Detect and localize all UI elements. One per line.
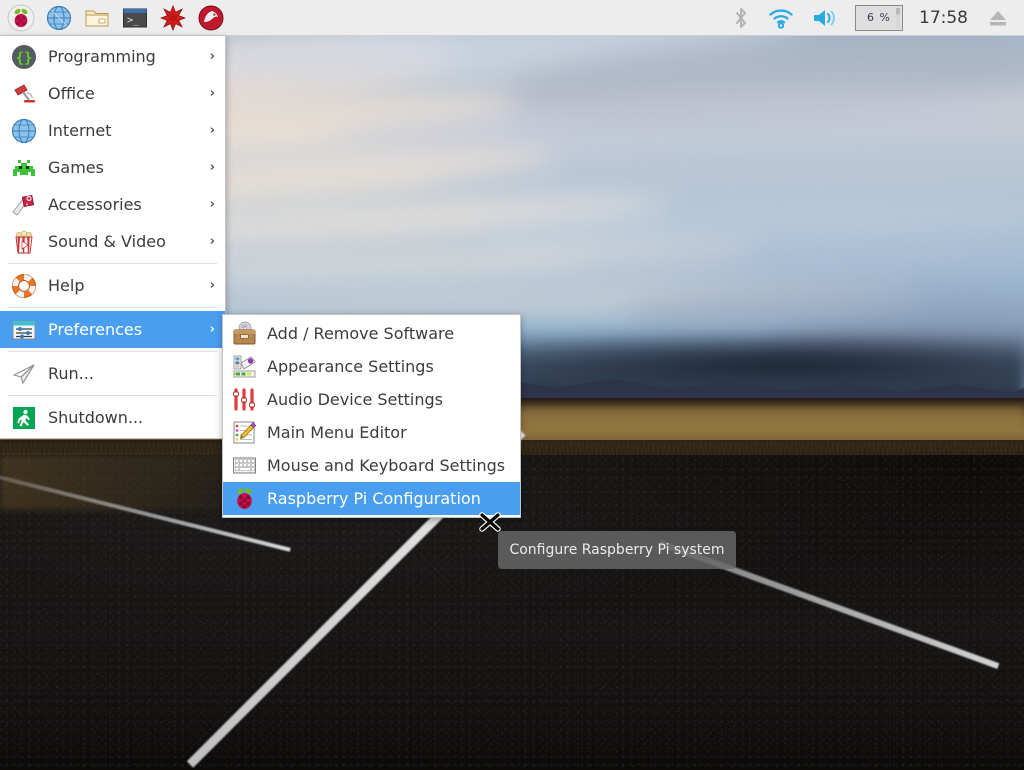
menu-item-accessories[interactable]: Accessories › xyxy=(0,186,225,223)
web-browser-launcher[interactable] xyxy=(40,1,78,35)
menu-item-label: Programming xyxy=(48,47,156,66)
menu-item-label: Help xyxy=(48,276,84,295)
wolfram-launcher[interactable] xyxy=(192,1,230,35)
swiss-knife-icon xyxy=(10,191,38,219)
menu-item-label: Shutdown... xyxy=(48,408,143,427)
raspberry-icon xyxy=(231,486,257,512)
eject-icon[interactable] xyxy=(978,1,1018,35)
keyboard-icon xyxy=(231,453,257,479)
submenu-item-label: Audio Device Settings xyxy=(267,390,443,409)
chevron-right-icon: › xyxy=(210,86,219,101)
mathematica-launcher[interactable] xyxy=(154,1,192,35)
running-man-icon xyxy=(10,404,38,432)
menu-item-programming[interactable]: {} Programming › xyxy=(0,38,225,75)
menu-item-label: Office xyxy=(48,84,95,103)
submenu-item-label: Main Menu Editor xyxy=(267,423,407,442)
menu-separator xyxy=(8,395,217,396)
menu-item-label: Internet xyxy=(48,121,112,140)
life-ring-icon xyxy=(10,272,38,300)
menu-item-shutdown[interactable]: Shutdown... xyxy=(0,399,225,436)
sliders-icon xyxy=(10,316,38,344)
menu-item-label: Games xyxy=(48,158,104,177)
cpu-usage-label: 6 % xyxy=(867,11,891,24)
globe-icon xyxy=(10,117,38,145)
menu-item-label: Sound & Video xyxy=(48,232,166,251)
submenu-item-audio-device-settings[interactable]: Audio Device Settings xyxy=(223,383,520,416)
pencil-list-icon xyxy=(231,420,257,446)
menu-separator xyxy=(8,307,217,308)
taskbar: >_ xyxy=(0,0,1024,36)
file-manager-launcher[interactable] xyxy=(78,1,116,35)
space-invader-icon xyxy=(10,154,38,182)
svg-text:{}: {} xyxy=(16,50,33,66)
submenu-item-mouse-keyboard-settings[interactable]: Mouse and Keyboard Settings xyxy=(223,449,520,482)
menu-item-games[interactable]: Games › xyxy=(0,149,225,186)
clock-label[interactable]: 17:58 xyxy=(909,8,978,28)
menu-item-label: Accessories xyxy=(48,195,142,214)
chevron-right-icon: › xyxy=(210,123,219,138)
menu-item-label: Run... xyxy=(48,364,94,383)
chevron-right-icon: › xyxy=(210,278,219,293)
menu-item-sound-video[interactable]: Sound & Video › xyxy=(0,223,225,260)
tooltip: Configure Raspberry Pi system xyxy=(498,531,736,569)
palette-icon xyxy=(231,354,257,380)
cpu-usage-bar xyxy=(896,8,900,29)
popcorn-icon xyxy=(10,228,38,256)
menu-item-run[interactable]: Run... xyxy=(0,355,225,392)
submenu-item-appearance-settings[interactable]: Appearance Settings xyxy=(223,350,520,383)
volume-icon[interactable] xyxy=(803,1,849,35)
submenu-item-main-menu-editor[interactable]: Main Menu Editor xyxy=(223,416,520,449)
chevron-right-icon: › xyxy=(210,160,219,175)
submenu-item-label: Raspberry Pi Configuration xyxy=(267,489,481,508)
menu-separator xyxy=(8,351,217,352)
code-braces-icon: {} xyxy=(10,43,38,71)
submenu-item-label: Appearance Settings xyxy=(267,357,434,376)
menu-item-office[interactable]: Office › xyxy=(0,75,225,112)
wifi-icon[interactable] xyxy=(759,1,803,35)
submenu-item-add-remove-software[interactable]: Add / Remove Software xyxy=(223,317,520,350)
terminal-launcher[interactable]: >_ xyxy=(116,1,154,35)
taskbar-launchers: >_ xyxy=(0,1,230,35)
chevron-right-icon: › xyxy=(210,197,219,212)
chevron-right-icon: › xyxy=(210,234,219,249)
bluetooth-icon[interactable] xyxy=(723,1,759,35)
cpu-usage-widget[interactable]: 6 % xyxy=(855,5,903,31)
menu-item-help[interactable]: Help › xyxy=(0,267,225,304)
preferences-submenu: Add / Remove Software Appearan xyxy=(222,314,521,518)
desktop-screen: >_ xyxy=(0,0,1024,770)
paper-plane-icon xyxy=(10,360,38,388)
taskbar-tray: 6 % 17:58 xyxy=(723,1,1024,35)
chevron-right-icon: › xyxy=(210,49,219,64)
svg-text:>_: >_ xyxy=(127,15,140,26)
software-package-icon xyxy=(231,321,257,347)
menu-separator xyxy=(8,263,217,264)
raspberry-menu-button[interactable] xyxy=(2,1,40,35)
submenu-item-raspberry-pi-configuration[interactable]: Raspberry Pi Configuration xyxy=(223,482,520,515)
chevron-right-icon: › xyxy=(210,322,219,337)
desk-lamp-icon xyxy=(10,80,38,108)
menu-item-preferences[interactable]: Preferences › xyxy=(0,311,225,348)
submenu-item-label: Add / Remove Software xyxy=(267,324,454,343)
menu-item-label: Preferences xyxy=(48,320,142,339)
submenu-item-label: Mouse and Keyboard Settings xyxy=(267,456,505,475)
main-menu: {} Programming › Office › xyxy=(0,36,226,439)
audio-sliders-icon xyxy=(231,387,257,413)
menu-item-internet[interactable]: Internet › xyxy=(0,112,225,149)
